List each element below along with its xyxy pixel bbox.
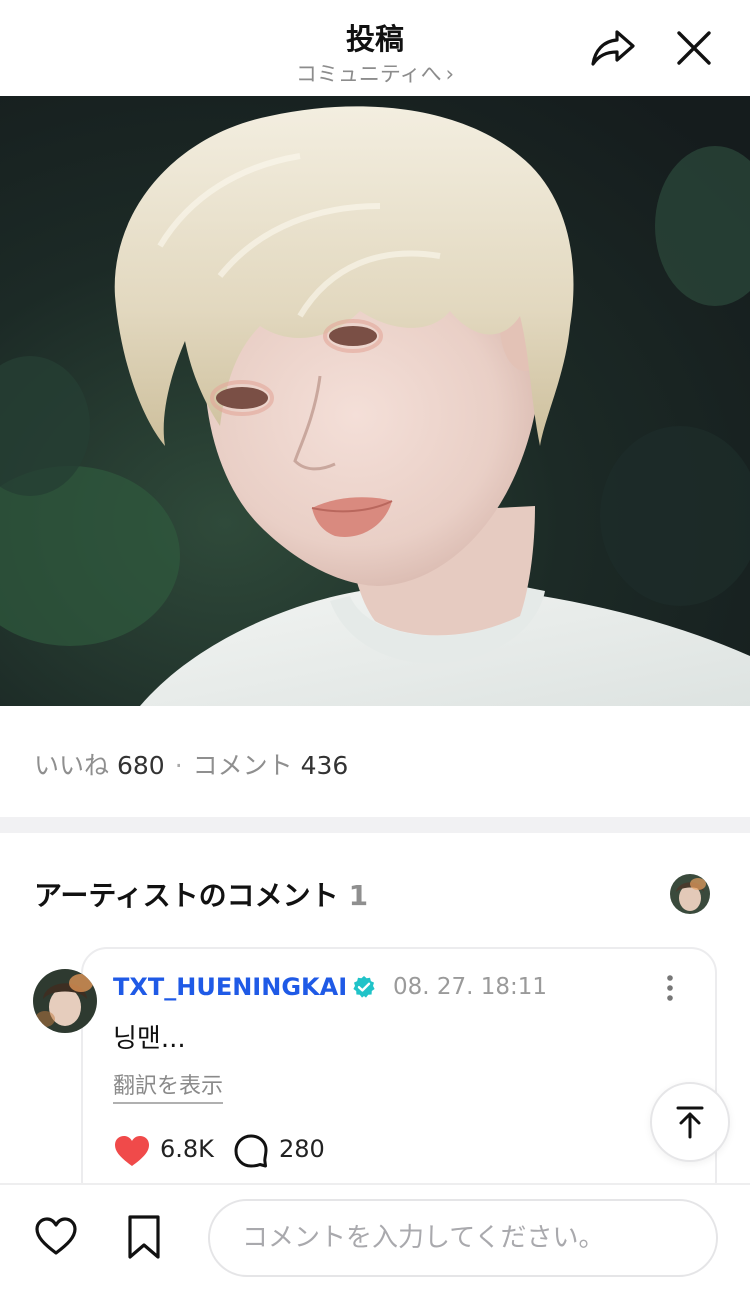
- more-vertical-icon: [667, 975, 673, 1001]
- heart-outline-icon[interactable]: [34, 1215, 78, 1259]
- header: 投稿 コミュニティへ ›: [0, 0, 750, 96]
- avatar: [33, 969, 97, 1033]
- likes-count: 680: [116, 751, 165, 780]
- scroll-to-top-button[interactable]: [650, 1082, 730, 1162]
- post-photo[interactable]: [0, 96, 750, 706]
- avatar: [670, 874, 710, 914]
- share-icon: [591, 30, 635, 66]
- heart-filled-icon[interactable]: [113, 1134, 151, 1168]
- commenter-avatar[interactable]: [33, 969, 97, 1033]
- comment-bubble-icon[interactable]: [233, 1133, 269, 1169]
- artist-comments-title: アーティストのコメント: [34, 879, 339, 912]
- comment-username[interactable]: TXT_HUENINGKAI: [113, 973, 347, 1001]
- comment-like-count: 6.8K: [160, 1135, 214, 1163]
- bookmark-icon[interactable]: [124, 1213, 164, 1261]
- section-divider: [0, 817, 750, 833]
- artist-avatar-small[interactable]: [670, 874, 710, 914]
- close-button[interactable]: [666, 20, 722, 76]
- scroll-top-icon: [676, 1106, 704, 1139]
- comments-label: コメント: [192, 751, 293, 780]
- chevron-right-icon: ›: [445, 62, 455, 86]
- artist-comments-count: 1: [348, 879, 369, 912]
- verified-icon: [353, 976, 375, 998]
- post-page: 投稿 コミュニティへ › いいね 680 · コメント 436 アーティストのコ…: [0, 0, 750, 1294]
- likes-label: いいね: [34, 751, 110, 780]
- comment-timestamp: 08. 27. 18:11: [393, 974, 548, 1000]
- comment-more-button[interactable]: [658, 972, 682, 1004]
- comments-count: 436: [300, 751, 349, 780]
- comment-input[interactable]: [208, 1199, 718, 1277]
- comment-reply-count: 280: [279, 1135, 325, 1163]
- post-stats: いいね 680 · コメント 436: [34, 746, 348, 782]
- portrait-image: [0, 96, 750, 706]
- artist-comments-heading: アーティストのコメント 1: [34, 874, 368, 914]
- community-link-label: コミュニティへ: [295, 62, 442, 86]
- close-icon: [677, 31, 711, 65]
- share-button[interactable]: [585, 20, 641, 76]
- stats-separator: ·: [174, 751, 183, 780]
- comment-text: 닝맨...: [113, 1024, 186, 1054]
- translate-link[interactable]: 翻訳を表示: [113, 1068, 224, 1104]
